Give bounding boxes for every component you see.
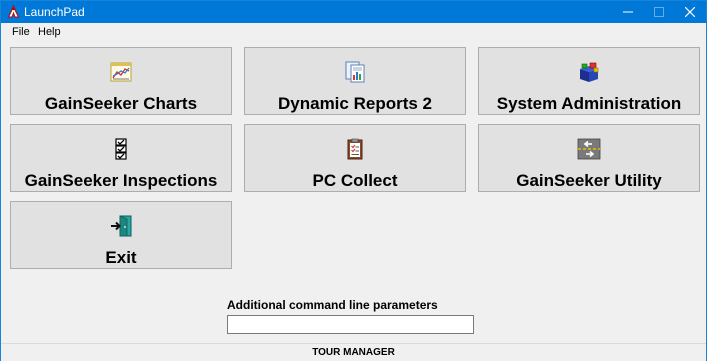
app-icon (7, 5, 20, 18)
maximize-icon (654, 7, 664, 17)
menu-help[interactable]: Help (38, 25, 61, 39)
tile-label-inspections: GainSeeker Inspections (24, 171, 218, 190)
transfer-arrows-icon (577, 138, 601, 160)
admin-blocks-icon (580, 62, 599, 82)
status-text: TOUR MANAGER (312, 347, 395, 358)
title-bar[interactable]: LaunchPad (1, 1, 706, 23)
tile-label-pc-collect: PC Collect (312, 171, 398, 190)
close-icon (685, 7, 695, 17)
params-label: Additional command line parameters (227, 298, 438, 312)
reports-icon (345, 61, 365, 83)
status-bar: TOUR MANAGER (1, 343, 706, 361)
menu-file[interactable]: File (12, 25, 30, 39)
menu-bar: File Help (1, 23, 706, 41)
gainseeker-utility-button[interactable]: GainSeeker Utility (478, 124, 700, 192)
tile-label-utility: GainSeeker Utility (516, 171, 662, 190)
minimize-icon (623, 11, 633, 13)
launchpad-window: LaunchPad File Help GainSeeker Charts Dy… (0, 0, 707, 361)
gainseeker-inspections-button[interactable]: GainSeeker Inspections (10, 124, 232, 192)
gainseeker-charts-button[interactable]: GainSeeker Charts (10, 47, 232, 115)
close-button[interactable] (675, 1, 705, 23)
pc-collect-button[interactable]: PC Collect (244, 124, 466, 192)
maximize-button[interactable] (644, 1, 674, 23)
exit-door-icon (111, 215, 132, 237)
tile-label-admin: System Administration (496, 94, 682, 113)
clipboard-icon (347, 138, 363, 160)
checklist-icon (115, 138, 127, 160)
tile-label-exit: Exit (105, 248, 137, 267)
minimize-button[interactable] (613, 1, 643, 23)
params-input[interactable] (227, 315, 474, 334)
dynamic-reports-button[interactable]: Dynamic Reports 2 (244, 47, 466, 115)
tile-label-reports: Dynamic Reports 2 (278, 94, 432, 113)
exit-button[interactable]: Exit (10, 201, 232, 269)
window-title: LaunchPad (24, 5, 85, 19)
chart-icon (110, 62, 132, 82)
system-administration-button[interactable]: System Administration (478, 47, 700, 115)
tile-label-charts: GainSeeker Charts (44, 94, 198, 113)
